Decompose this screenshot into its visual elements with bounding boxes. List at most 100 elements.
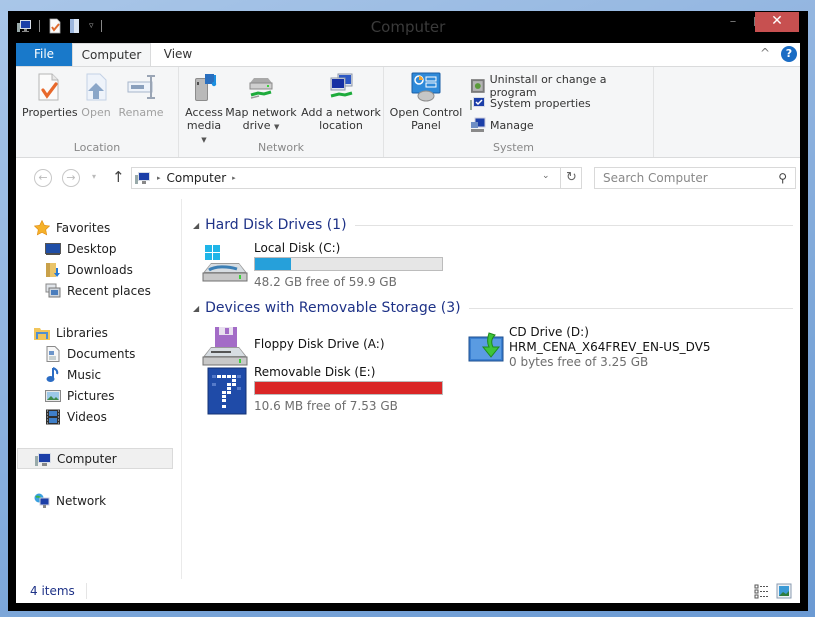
- drive-free-space: 0 bytes free of 3.25 GB: [509, 355, 649, 369]
- system-properties-icon: [470, 97, 485, 110]
- breadcrumb-arrow-icon[interactable]: ▸: [232, 174, 236, 182]
- rename-button[interactable]: Rename: [118, 71, 164, 119]
- access-media-label-1: Access: [185, 106, 223, 119]
- ribbon-group-system: Open Control Panel Uninstall or change a…: [384, 67, 654, 157]
- control-panel-icon: [411, 72, 441, 102]
- group-header-removable-storage[interactable]: ◢ Devices with Removable Storage (3): [193, 300, 793, 316]
- collapse-triangle-icon[interactable]: ◢: [193, 304, 199, 313]
- minimize-button[interactable]: –: [720, 13, 746, 33]
- drive-cd-d[interactable]: CD Drive (D:) HRM_CENA_X64FREV_EN-US_DV5…: [463, 325, 743, 373]
- customize-toolbar-dropdown[interactable]: ▿: [89, 21, 94, 31]
- drive-local-disk-c[interactable]: Local Disk (C:) 48.2 GB free of 59.9 GB: [201, 241, 451, 291]
- large-icons-view-icon[interactable]: [776, 583, 792, 599]
- videos-icon: [46, 409, 60, 424]
- forward-button[interactable]: →: [62, 169, 80, 187]
- recent-places-icon: [45, 283, 61, 297]
- network-drive-icon: [249, 78, 273, 99]
- desktop-icon: [45, 242, 61, 255]
- group-divider: [354, 224, 793, 226]
- nav-libraries[interactable]: Libraries: [34, 322, 198, 343]
- up-button[interactable]: ↑: [112, 168, 125, 186]
- ribbon-group-network: Access media ▼ Map network drive ▼ Add a…: [179, 67, 384, 157]
- drive-name: Removable Disk (E:): [254, 365, 376, 379]
- properties-button[interactable]: Properties: [22, 71, 78, 119]
- explorer-client: File Computer View ^ ? Properties Open R…: [16, 43, 800, 603]
- details-view-icon[interactable]: [754, 583, 770, 599]
- search-input[interactable]: Search Computer ⚲: [594, 167, 796, 189]
- collapse-triangle-icon[interactable]: ◢: [193, 221, 199, 230]
- map-network-drive-label-1: Map network: [225, 106, 297, 119]
- help-icon[interactable]: ?: [781, 46, 797, 62]
- tab-file[interactable]: File: [16, 43, 72, 66]
- drive-name: Floppy Disk Drive (A:): [254, 337, 385, 351]
- breadcrumb-arrow-icon[interactable]: ▸: [157, 174, 161, 182]
- breadcrumb-computer[interactable]: Computer: [167, 171, 227, 185]
- star-icon: [34, 219, 50, 235]
- map-network-drive-label-2: drive: [242, 119, 271, 132]
- add-network-location-label-2: location: [319, 119, 363, 132]
- group-label-location: Location: [73, 141, 121, 154]
- drive-name: CD Drive (D:): [509, 325, 589, 339]
- open-control-panel-label-2: Panel: [411, 119, 441, 132]
- tab-view[interactable]: View: [163, 43, 193, 66]
- nav-pictures-label: Pictures: [67, 388, 115, 403]
- search-placeholder: Search Computer: [603, 171, 708, 185]
- manage-icon: [471, 117, 486, 132]
- properties-label: Properties: [22, 106, 78, 119]
- manage-button[interactable]: Manage: [470, 117, 534, 133]
- pictures-icon: [45, 389, 61, 402]
- navigation-pane: Favorites Desktop Downloads Recent place…: [16, 199, 182, 579]
- computer-icon: [35, 452, 51, 466]
- system-properties-button[interactable]: System properties: [470, 95, 591, 111]
- status-divider: [86, 583, 87, 599]
- new-folder-icon[interactable]: [67, 18, 83, 34]
- group-label-system: System: [492, 141, 535, 154]
- windows-hard-drive-icon: [202, 245, 248, 282]
- add-network-location-button[interactable]: Add a network location: [301, 71, 381, 132]
- address-history-dropdown[interactable]: ⌄: [542, 171, 550, 181]
- group-divider: [468, 307, 793, 309]
- address-bar[interactable]: ▸ Computer ▸ ⌄ ↻: [131, 167, 582, 189]
- collapse-ribbon-icon[interactable]: ^: [760, 46, 770, 60]
- quick-access-toolbar: ▿: [16, 18, 105, 34]
- group-title: Devices with Removable Storage (3): [205, 300, 461, 316]
- ribbon-group-location: Properties Open Rename Location: [16, 67, 179, 157]
- drive-name: Local Disk (C:): [254, 241, 341, 255]
- libraries-icon: [34, 327, 50, 340]
- nav-favorites[interactable]: Favorites: [34, 217, 198, 238]
- system-properties-label: System properties: [490, 96, 591, 110]
- open-icon: [86, 73, 107, 101]
- open-control-panel-button[interactable]: Open Control Panel: [389, 71, 463, 132]
- explorer-window: ▿ Computer – ✕ File Computer View ^ ? Pr…: [8, 11, 808, 611]
- computer-icon: [135, 172, 150, 184]
- nav-videos-label: Videos: [67, 409, 107, 424]
- drive-usage-bar: [254, 381, 443, 395]
- refresh-button[interactable]: ↻: [560, 168, 582, 188]
- search-icon[interactable]: ⚲: [778, 168, 787, 188]
- back-button[interactable]: ←: [34, 169, 52, 187]
- network-icon: [34, 493, 50, 508]
- close-button[interactable]: ✕: [755, 12, 799, 32]
- tab-computer[interactable]: Computer: [72, 43, 151, 67]
- access-media-label-2: media: [186, 119, 222, 132]
- nav-network-label: Network: [56, 493, 107, 508]
- map-network-drive-button[interactable]: Map network drive ▼: [224, 71, 298, 134]
- manage-label: Manage: [490, 118, 534, 132]
- recent-locations-dropdown[interactable]: ▾: [92, 172, 96, 181]
- open-label: Open: [81, 106, 111, 119]
- group-header-hard-disk-drives[interactable]: ◢ Hard Disk Drives (1): [193, 217, 793, 233]
- nav-network[interactable]: Network: [34, 490, 198, 511]
- properties-icon[interactable]: [47, 18, 63, 34]
- nav-computer[interactable]: Computer: [17, 448, 173, 469]
- title-bar[interactable]: ▿ Computer – ✕: [8, 11, 808, 43]
- network-location-icon: [330, 73, 353, 98]
- nav-computer-label: Computer: [57, 451, 117, 466]
- open-button[interactable]: Open: [79, 71, 113, 119]
- drive-removable-e[interactable]: Removable Disk (E:) 10.6 MB free of 7.53…: [201, 365, 451, 419]
- drive-free-space: 10.6 MB free of 7.53 GB: [254, 399, 398, 413]
- group-title: Hard Disk Drives (1): [205, 217, 347, 233]
- nav-downloads-label: Downloads: [67, 262, 133, 277]
- access-media-button[interactable]: Access media ▼: [184, 71, 224, 147]
- add-network-location-label-1: Add a network: [301, 106, 381, 119]
- computer-icon[interactable]: [16, 18, 32, 34]
